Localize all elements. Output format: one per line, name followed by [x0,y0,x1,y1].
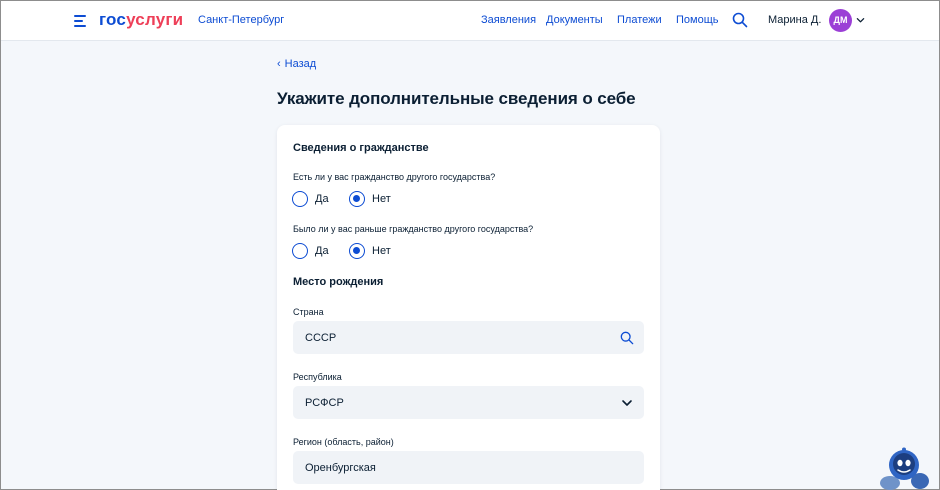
radio-current-yes[interactable] [292,191,308,207]
robot-assistant-icon[interactable] [876,447,932,490]
nav-documents[interactable]: Документы [546,14,603,26]
region-input[interactable]: Оренбургская [293,451,644,484]
republic-value: РСФСР [305,397,344,409]
user-name[interactable]: Марина Д. [768,14,821,26]
nav-applications[interactable]: Заявления [481,14,536,26]
country-value: СССР [305,332,337,344]
radio-previous-no[interactable] [349,243,365,259]
chevron-down-icon[interactable] [620,396,634,410]
burger-menu-icon[interactable] [74,15,88,27]
question-previous-citizenship: Было ли у вас раньше гражданство другого… [293,224,534,234]
country-input[interactable]: СССР [293,321,644,354]
country-label: Страна [293,307,324,317]
radio-label-previous-no[interactable]: Нет [372,245,391,257]
search-icon[interactable] [732,12,748,28]
republic-label: Республика [293,372,342,382]
question-current-citizenship: Есть ли у вас гражданство другого госуда… [293,172,496,182]
chevron-left-icon: ‹ [277,58,281,70]
republic-select[interactable]: РСФСР [293,386,644,419]
nav-help[interactable]: Помощь [676,14,719,26]
region-value: Оренбургская [305,462,376,474]
birthplace-section-title: Место рождения [293,276,384,288]
back-link[interactable]: ‹ Назад [277,58,316,70]
citizenship-section-title: Сведения о гражданстве [293,142,429,154]
radio-current-no[interactable] [349,191,365,207]
radio-previous-yes[interactable] [292,243,308,259]
nav-payments[interactable]: Платежи [617,14,662,26]
top-header: госуслуги Санкт-Петербург Заявления Доку… [1,1,939,41]
radio-label-previous-yes[interactable]: Да [315,245,329,257]
avatar[interactable]: ДМ [829,9,852,32]
gosuslugi-logo[interactable]: госуслуги [99,10,183,30]
search-icon[interactable] [620,331,634,345]
region-label: Регион (область, район) [293,437,394,447]
chevron-down-icon[interactable] [856,16,865,25]
page-title: Укажите дополнительные сведения о себе [277,89,636,108]
city-selector[interactable]: Санкт-Петербург [198,14,284,26]
radio-label-current-yes[interactable]: Да [315,193,329,205]
radio-label-current-no[interactable]: Нет [372,193,391,205]
form-card: Сведения о гражданстве Есть ли у вас гра… [277,125,660,490]
